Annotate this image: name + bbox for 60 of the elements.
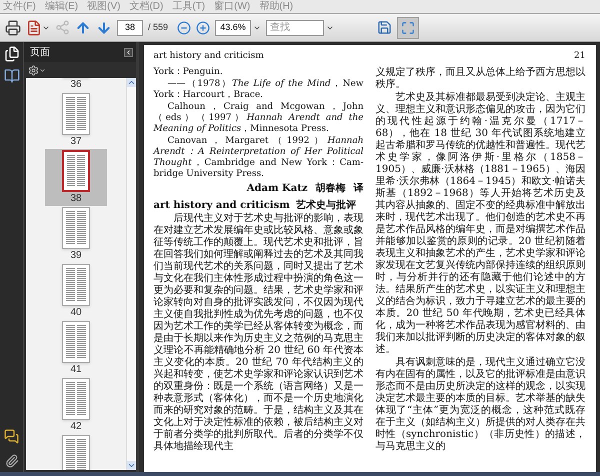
thumbnail-item[interactable]: 39 (45, 206, 107, 263)
scroll-down-icon[interactable] (127, 461, 136, 470)
page-number-label: 37 (70, 136, 82, 148)
entry-heading: art history and criticism (154, 199, 290, 212)
thumbnail-item[interactable]: 38 (45, 149, 107, 206)
body-paragraph: 具有讽刺意味的是，现代主义通过确立它没有内在固有的属性，以及它的批评标准是由意识形态而不是由历史所决定的这样的观念，以实现决定艺术最主要的本质的目标。艺术举基的缺失体现了“主体”更为宽泛的概念，这种范式既存在于主义（如结构主义）所提供的对人类存在共时性（synchronistic）（非历史性）的描述，与马克思主义的 (376, 357, 586, 453)
pages-icon[interactable] (4, 46, 20, 62)
comments-icon[interactable] (4, 429, 19, 444)
entry-heading-chinese: 艺术史与批评 (296, 199, 356, 212)
body-paragraph: 艺术史及其标准都最易受到决定论、主观主义、理想主义和意识形态偏见的攻击，因为它们的现代性起源于约翰·温克尔曼（1717－68），他在 18 世纪 30 年代试图系统地建立起古希腊和罗马传统的优越性和普遍性。现代艺术史学家，像阿洛伊斯·里格尔（1858－1905）、威廉·沃林格（1881－1965）、海因里希·沃尔弗林（1864－1945）和欧文·帕诺夫斯基（1892－1968）等人开始将艺术历史及其内容从抽象的、固定不变的经典标准中解放出来时，现代艺术出现了。他们创造的艺术史不再是艺术作品风格的编年史，而是对编撰艺术作品并能够加以鉴赏的原则的记录。20 世纪初随着表现主义和抽象艺术的产生，艺术史学家和评论家发现在文艺复兴传统内部保持连续的组织原则时，与分析并行的还有隐藏于他们论述中的方法。结果所产生的艺术史，以实证主义和理想主义的结合为标识，致力于寻建立艺术的最主要的本质。20 世纪 50 年代晚期，艺术史已经具体化，成为一种将艺术作品表现为感官材料的、由我们来加以批评判断的历史决定的客体对象的叙述。 (376, 92, 586, 356)
next-page-icon[interactable] (96, 20, 112, 36)
page-number: 21 (574, 51, 586, 62)
full-screen-icon (401, 20, 416, 34)
page-number-label: 40 (70, 307, 82, 319)
page-count: / 559 (148, 20, 168, 34)
bookmarks-icon[interactable] (4, 68, 20, 84)
search-field[interactable]: 查找 (266, 20, 324, 36)
page-number-field[interactable]: 38 (117, 20, 143, 36)
attachment-icon[interactable] (4, 454, 18, 468)
page-number-label: 36 (70, 79, 82, 91)
body-paragraph: 后现代主义对于艺术史与批评的影响，表现在对建立艺术发展编年史或比较风格、意象或象征等传统工作的颠覆上。现代艺术史和批评，旨在回答我们如何理解或阐释过去的艺术及其同我们当前现代艺术的关系问题，同时又提出了艺术与文化在我们主体性形成过程中扮演的角色这一更为必要和复杂的问题。结果，艺术史学家和评论家转向对自身的批评实践发问，不仅因为现代主义使自我批判性成为优先考虑的问题，也不仅因为艺术工作的美学已经从客体转变为概念，而是由于长期以来作为历史主义之范例的马克思主义理论不再能精确地分析 20 世纪 60 年代资本主义变化的本质。20 世纪 70 年代结构主义的兴起和转变，使艺术史学家和评论家认识到艺术的双重身份：既是一个系统（语言网络）又是一种表意形式（客体化），而不是一个历史地演化而来的研究对象的范畴。于是，结构主义及其在文化上对于决定性标准的依赖，被后结构主义对于前者分类学的批判所取代。后者的分类学不仅具体地描绘现代主 (154, 213, 364, 453)
author-name: Adam Katz (246, 182, 308, 195)
reference-entry: York：Penguin. (154, 67, 224, 78)
options-gear-icon[interactable] (28, 64, 39, 76)
page-number-label: 38 (70, 193, 82, 205)
page-thumbnail (62, 93, 90, 135)
thumbnail-item[interactable]: 36 (45, 78, 107, 92)
reference-entry: Calhoun，Craig and Mcgowan，John（eds）（1997）Hannah Arendt and the Meaning of Politics，Minnesota Press. (154, 102, 364, 135)
zoom-field[interactable]: 43.6% (215, 20, 252, 36)
page-thumbnail (62, 321, 90, 363)
thumbnail-item[interactable]: 42 (45, 377, 107, 434)
print-icon[interactable] (5, 20, 21, 36)
zoom-in-icon[interactable] (196, 20, 210, 34)
dropdown-caret-icon[interactable] (39, 66, 46, 74)
save-icon[interactable] (377, 20, 392, 35)
translator-note: 译 (354, 182, 364, 195)
collapse-icon[interactable] (124, 48, 133, 56)
translator-name: 胡春梅 (316, 182, 346, 195)
page-thumbnail (62, 264, 90, 306)
previous-page-icon[interactable] (75, 20, 91, 36)
page-number-label: 42 (70, 421, 82, 433)
reference-entry: ——（1978）The Life of the Mind，New York：Harcourt，Brace. (154, 79, 364, 101)
page-number-label: 39 (70, 250, 82, 262)
thumbnail-item[interactable]: 37 (45, 92, 107, 149)
scroll-up-icon[interactable] (127, 78, 136, 87)
reference-entry: Canovan，Margaret（1992）Hannah Arendt：A Reinterpretation of Her Political Thought，Cambridge and New York：Cam-bridge University Press. (154, 136, 364, 180)
page-thumbnail (62, 207, 90, 249)
page-thumbnail (62, 378, 90, 420)
page-number-label: 41 (70, 364, 82, 376)
panel-title: 页面 (30, 46, 50, 60)
body-paragraph: 义规定了秩序，而且又从总体上给予西方思想以秩序。 (376, 67, 586, 91)
scrollbar[interactable] (126, 78, 136, 470)
zoom-out-icon[interactable] (177, 20, 192, 34)
page-thumbnail (62, 150, 90, 192)
full-screen-button[interactable] (397, 16, 420, 38)
thumbnail-item[interactable]: 40 (45, 263, 107, 320)
running-head: art history and criticism (154, 51, 264, 62)
thumbnail-item[interactable]: 41 (45, 320, 107, 377)
page-thumbnail (62, 435, 90, 470)
document-icon[interactable] (26, 20, 42, 36)
